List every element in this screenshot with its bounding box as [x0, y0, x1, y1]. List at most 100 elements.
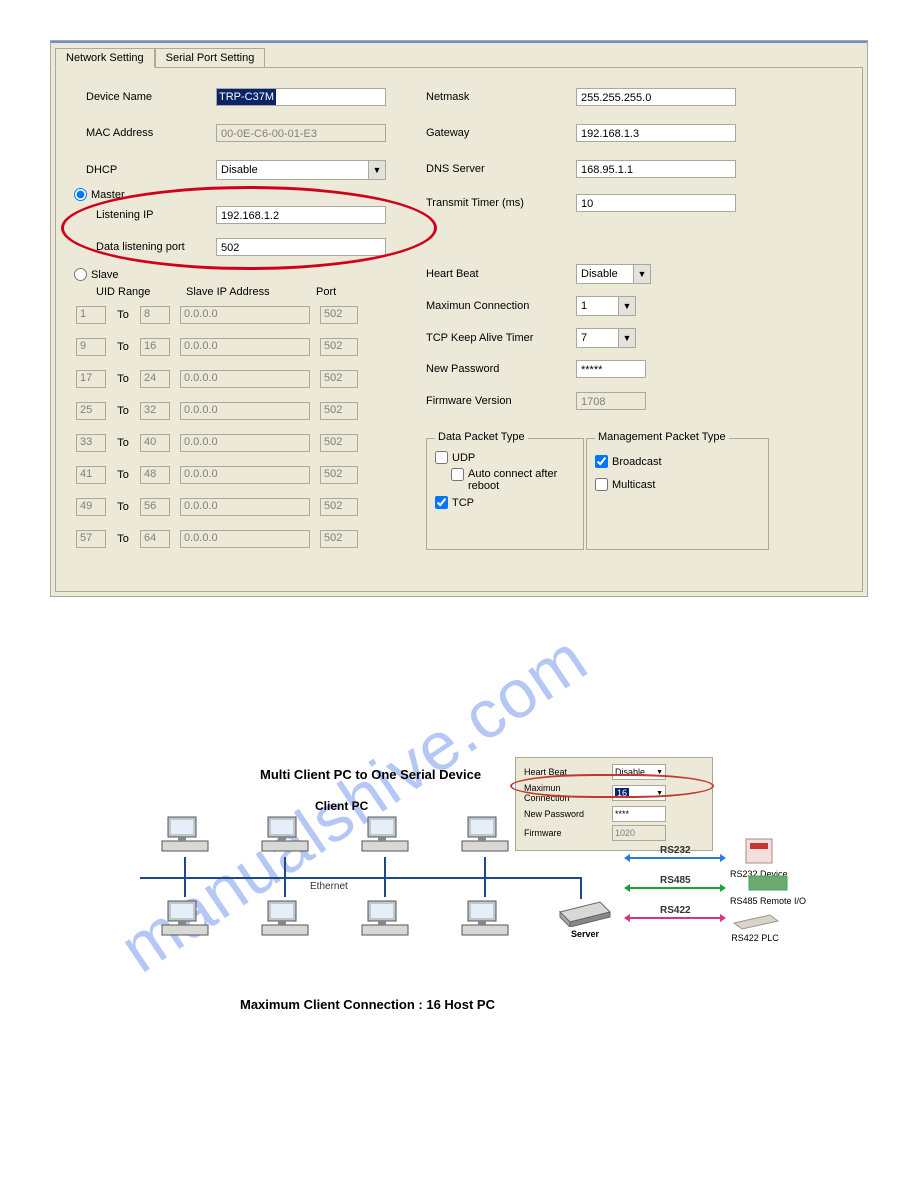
data-packet-legend: Data Packet Type	[435, 431, 528, 443]
tcp-label: TCP	[452, 497, 474, 509]
uid-from-field[interactable]: 1	[76, 306, 106, 324]
keepalive-select[interactable]: 7 ▼	[576, 328, 636, 348]
maxconn-value: 1	[577, 300, 618, 312]
client-pc-icon	[260, 899, 310, 944]
udp-check[interactable]	[435, 451, 448, 464]
mini-maxconn-select[interactable]: 16▼	[612, 785, 666, 801]
multicast-check[interactable]	[595, 478, 608, 491]
mini-heartbeat-select[interactable]: Disable▼	[612, 764, 666, 780]
broadcast-check[interactable]	[595, 455, 608, 468]
uid-from-field[interactable]: 33	[76, 434, 106, 452]
master-radio[interactable]	[74, 188, 87, 201]
mgmt-packet-legend: Management Packet Type	[595, 431, 729, 443]
slave-ip-field[interactable]: 0.0.0.0	[180, 338, 310, 356]
slave-ip-field[interactable]: 0.0.0.0	[180, 434, 310, 452]
slave-ip-field[interactable]: 0.0.0.0	[180, 466, 310, 484]
slave-ip-field[interactable]: 0.0.0.0	[180, 306, 310, 324]
netmask-field[interactable]: 255.255.255.0	[576, 88, 736, 106]
uid-to-field[interactable]: 48	[140, 466, 170, 484]
slave-port-field[interactable]: 502	[320, 530, 358, 548]
to-label: To	[106, 437, 140, 449]
dns-field[interactable]: 168.95.1.1	[576, 160, 736, 178]
client-pc-icon	[460, 899, 510, 944]
network-settings-panel: Network Setting Serial Port Setting Devi…	[50, 40, 868, 597]
uid-from-field[interactable]: 41	[76, 466, 106, 484]
multicast-label: Multicast	[612, 479, 655, 491]
chevron-down-icon: ▼	[618, 297, 635, 315]
to-label: To	[106, 309, 140, 321]
heartbeat-select[interactable]: Disable ▼	[576, 264, 651, 284]
ethernet-drop	[384, 877, 386, 897]
slave-radio[interactable]	[74, 268, 87, 281]
device-name-label: Device Name	[86, 91, 216, 103]
mini-fw-label: Firmware	[524, 828, 606, 838]
uid-to-field[interactable]: 32	[140, 402, 170, 420]
diagram-caption: Maximum Client Connection : 16 Host PC	[240, 997, 495, 1012]
uid-from-field[interactable]: 9	[76, 338, 106, 356]
autoconnect-label: Auto connect after reboot	[468, 468, 558, 492]
dhcp-value: Disable	[217, 164, 368, 176]
uid-to-field[interactable]: 56	[140, 498, 170, 516]
maxconn-select[interactable]: 1 ▼	[576, 296, 636, 316]
tab-strip: Network Setting Serial Port Setting	[55, 47, 265, 67]
mini-panel: Heart Beat Disable▼ Maximun Connection 1…	[515, 757, 713, 851]
slave-row: 33To40 0.0.0.0 502	[76, 434, 358, 452]
uid-from-field[interactable]: 17	[76, 370, 106, 388]
uid-from-field[interactable]: 49	[76, 498, 106, 516]
tab-network[interactable]: Network Setting	[55, 48, 155, 68]
uid-to-field[interactable]: 64	[140, 530, 170, 548]
listening-ip-field[interactable]: 192.168.1.2	[216, 206, 386, 224]
uid-from-field[interactable]: 57	[76, 530, 106, 548]
heartbeat-value: Disable	[577, 268, 633, 280]
mini-newpw-label: New Password	[524, 809, 606, 819]
uid-to-field[interactable]: 40	[140, 434, 170, 452]
ethernet-drop	[484, 857, 486, 877]
uid-range-label: UID Range	[96, 286, 186, 298]
transmit-field[interactable]: 10	[576, 194, 736, 212]
mini-fw-field: 1020	[612, 825, 666, 841]
to-label: To	[106, 501, 140, 513]
fw-field: 1708	[576, 392, 646, 410]
slave-row: 41To480.0.0.0502	[76, 466, 358, 484]
gateway-field[interactable]: 192.168.1.3	[576, 124, 736, 142]
to-label: To	[106, 341, 140, 353]
mini-heartbeat-label: Heart Beat	[524, 767, 606, 777]
slave-port-field[interactable]: 502	[320, 338, 358, 356]
slave-port-field[interactable]: 502	[320, 498, 358, 516]
udp-label: UDP	[452, 452, 475, 464]
diagram-title: Multi Client PC to One Serial Device	[260, 767, 481, 782]
slave-label: Slave	[91, 269, 119, 281]
slave-port-field[interactable]: 502	[320, 466, 358, 484]
ethernet-drop	[384, 857, 386, 877]
slave-port-field[interactable]: 502	[320, 370, 358, 388]
rs422-arrow	[630, 917, 720, 919]
slave-ip-field[interactable]: 0.0.0.0	[180, 370, 310, 388]
to-label: To	[106, 405, 140, 417]
data-packet-group: Data Packet Type UDP Auto connect after …	[426, 438, 584, 550]
device-name-field[interactable]: TRP-C37M	[216, 88, 386, 106]
uid-to-field[interactable]: 8	[140, 306, 170, 324]
tcp-check[interactable]	[435, 496, 448, 509]
tab-serial[interactable]: Serial Port Setting	[155, 48, 266, 68]
dhcp-select[interactable]: Disable ▼	[216, 160, 386, 180]
uid-from-field[interactable]: 25	[76, 402, 106, 420]
diagram-section: Multi Client PC to One Serial Device Cli…	[120, 767, 868, 1047]
uid-to-field[interactable]: 24	[140, 370, 170, 388]
data-port-field[interactable]: 502	[216, 238, 386, 256]
ethernet-drop	[284, 857, 286, 877]
slave-ip-field[interactable]: 0.0.0.0	[180, 530, 310, 548]
uid-to-field[interactable]: 16	[140, 338, 170, 356]
to-label: To	[106, 533, 140, 545]
slave-port-field[interactable]: 502	[320, 434, 358, 452]
mini-newpw-field[interactable]: ****	[612, 806, 666, 822]
slave-port-field[interactable]: 502	[320, 402, 358, 420]
rs485-label: RS485	[660, 875, 691, 886]
broadcast-label: Broadcast	[612, 456, 662, 468]
autoconnect-check[interactable]	[451, 468, 464, 481]
slave-ip-field[interactable]: 0.0.0.0	[180, 498, 310, 516]
slave-port-field[interactable]: 502	[320, 306, 358, 324]
newpw-field[interactable]: *****	[576, 360, 646, 378]
ethernet-line	[140, 877, 550, 879]
slave-ip-field[interactable]: 0.0.0.0	[180, 402, 310, 420]
client-pc-icon	[260, 815, 310, 860]
